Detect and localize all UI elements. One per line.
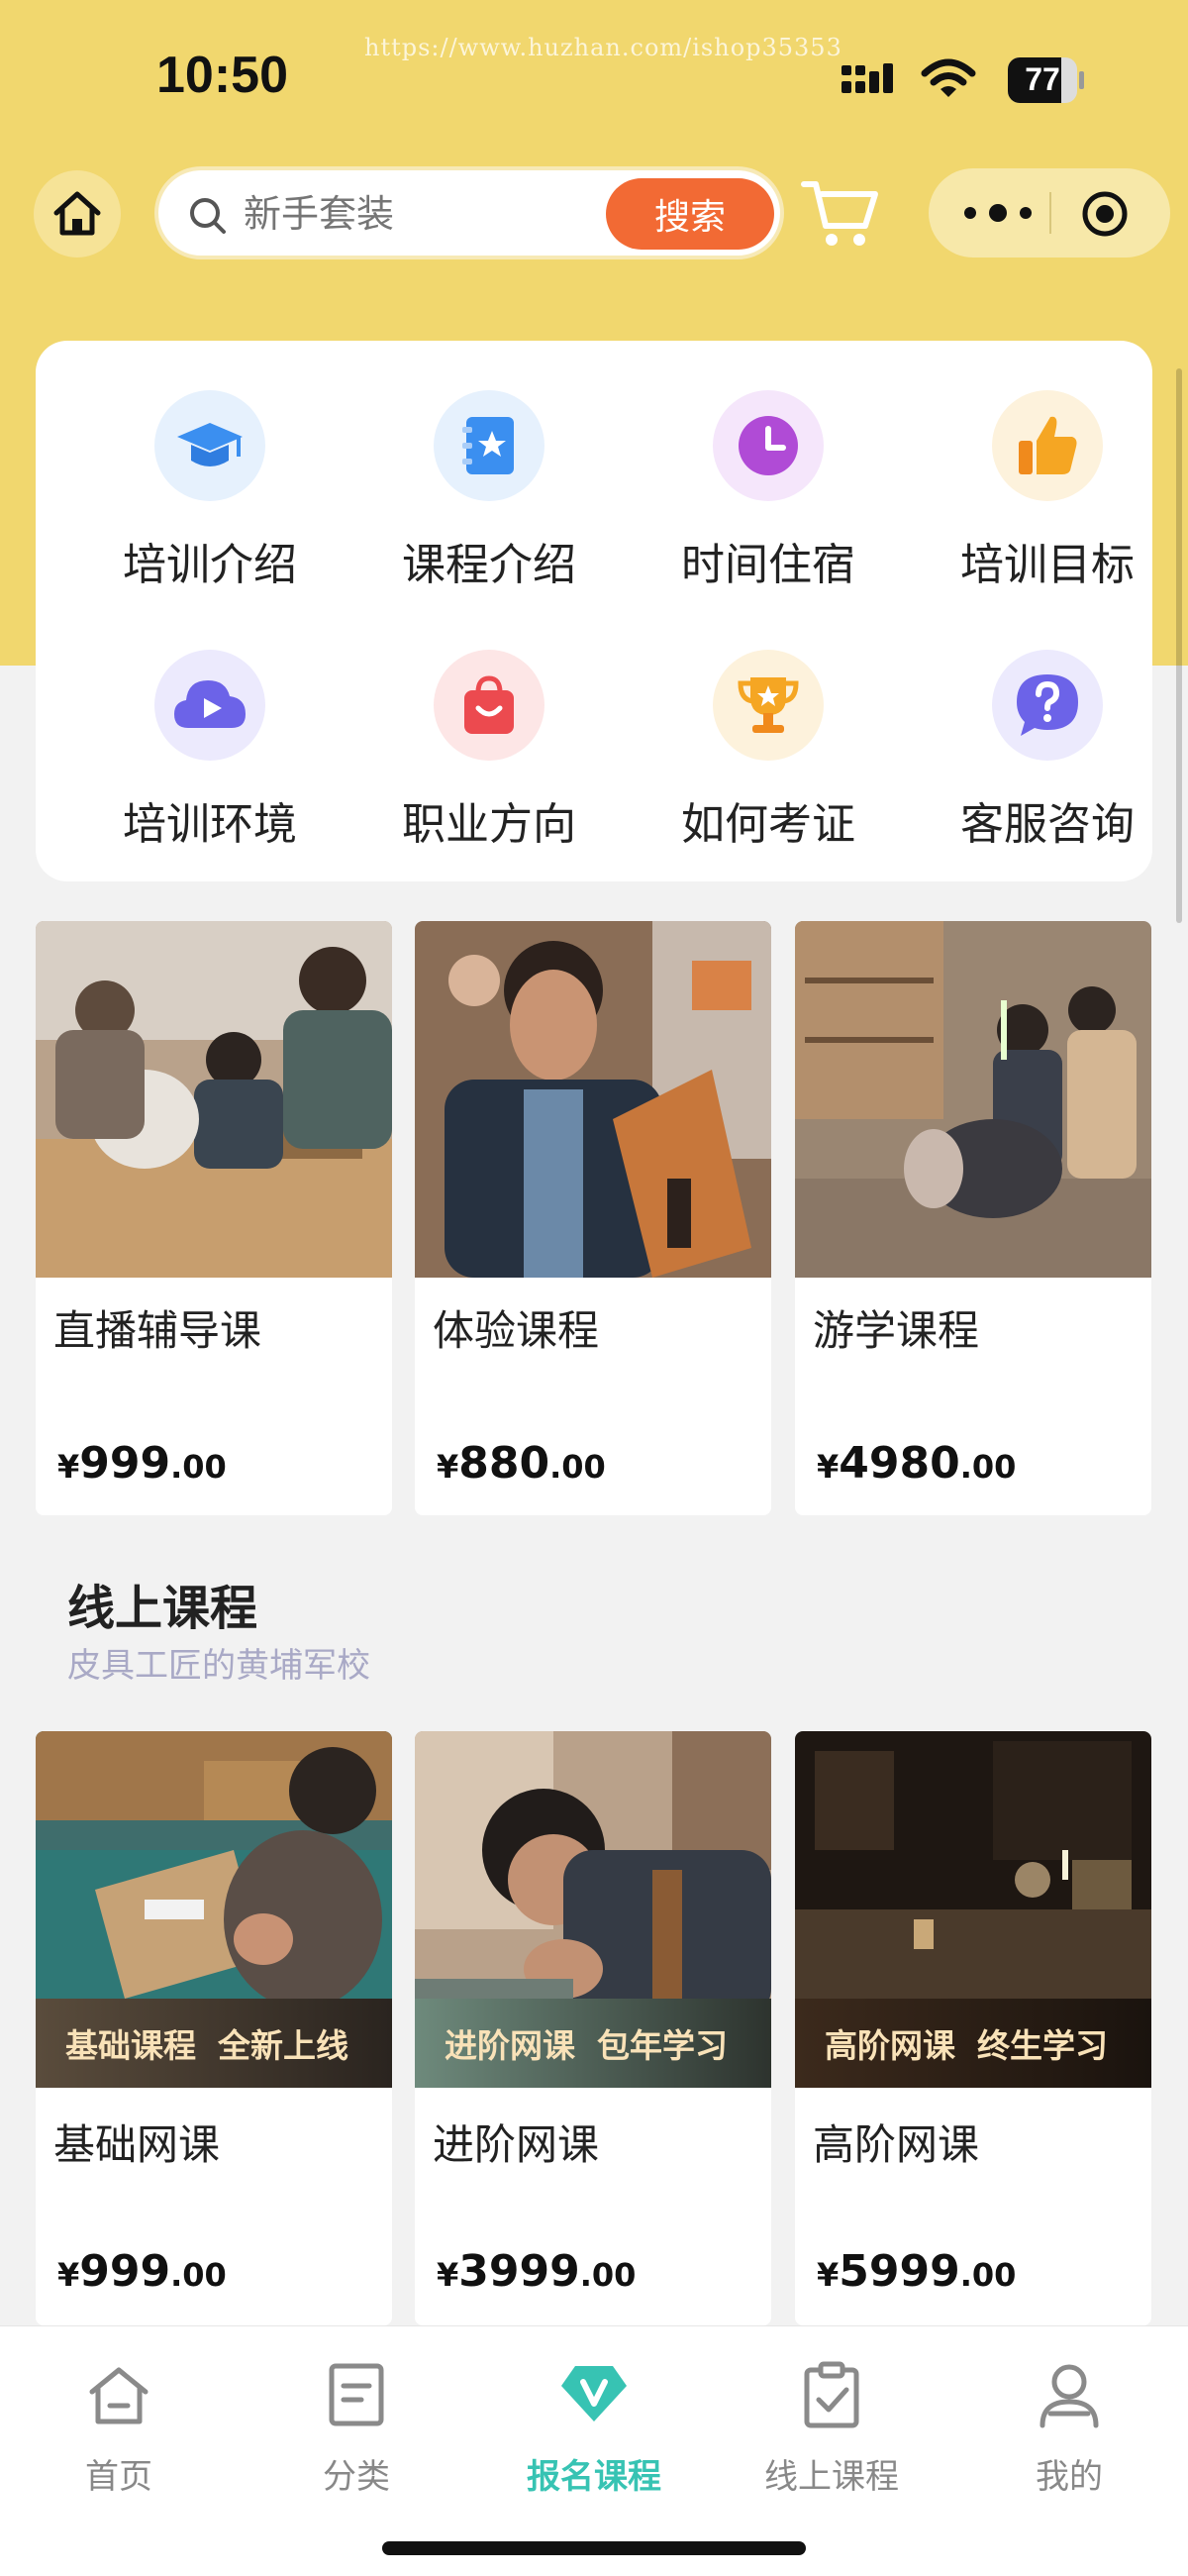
menu-label: 培训目标 [960, 540, 1135, 590]
menu-label: 培训介绍 [123, 540, 297, 590]
course-banner: 基础课程 全新上线 [36, 1999, 392, 2088]
product-title: 游学课程 [813, 1306, 980, 1355]
menu-item-training-intro[interactable]: 培训介绍 [101, 390, 319, 608]
product-price: ¥3999.00 [437, 2246, 637, 2297]
play-cloud-icon [154, 650, 265, 761]
tab-profile[interactable]: 我的 [980, 2346, 1158, 2505]
checklist-icon [804, 2361, 859, 2428]
section-title: 线上课程 [67, 1581, 258, 1636]
menu-label: 培训环境 [123, 799, 297, 850]
banner-text-b: 包年学习 [597, 2026, 728, 2065]
menu-label: 职业方向 [402, 799, 576, 850]
v-diamond-icon [561, 2366, 627, 2421]
battery-level-text: 77 [1025, 61, 1060, 97]
banner-text-a: 高阶网课 [825, 2026, 955, 2065]
cart-icon[interactable] [800, 174, 881, 252]
menu-label: 课程介绍 [402, 540, 576, 590]
menu-label: 时间住宿 [681, 540, 855, 590]
close-target-icon[interactable] [1081, 190, 1129, 238]
search-button[interactable]: 搜索 [606, 178, 774, 250]
product-title: 直播辅导课 [53, 1306, 262, 1355]
user-icon [1040, 2364, 1099, 2428]
product-title: 高阶网课 [813, 2120, 980, 2169]
bottom-tab-bar: 首页 分类 报名课程 线上课程 我的 [0, 2325, 1188, 2576]
trophy-icon [713, 650, 824, 761]
home-icon [53, 191, 101, 236]
product-price: ¥5999.00 [817, 2246, 1017, 2297]
home-icon [89, 2367, 148, 2424]
tab-label: 分类 [323, 2457, 390, 2497]
question-bubble-icon [992, 650, 1103, 761]
product-title: 体验课程 [433, 1306, 600, 1355]
menu-item-course-intro[interactable]: 课程介绍 [380, 390, 598, 608]
product-price: ¥999.00 [57, 1438, 227, 1489]
menu-item-training-goal[interactable]: 培训目标 [939, 390, 1156, 608]
watermark: https://www.huzhan.com/ishop35353 [364, 34, 842, 61]
category-doc-icon [329, 2363, 384, 2426]
product-image [36, 921, 392, 1278]
search-input[interactable] [244, 188, 541, 240]
product-title: 基础网课 [53, 2120, 221, 2169]
banner-text-a: 进阶网课 [445, 2026, 575, 2065]
product-price: ¥4980.00 [817, 1438, 1017, 1489]
banner-text-b: 终生学习 [977, 2026, 1108, 2065]
more-icon[interactable] [958, 196, 1038, 230]
menu-item-schedule-lodging[interactable]: 时间住宿 [659, 390, 877, 608]
tab-label: 我的 [1036, 2457, 1103, 2497]
shopping-bag-icon [434, 650, 544, 761]
wifi-icon [921, 58, 976, 97]
clock-icon [713, 390, 824, 501]
tab-label: 首页 [85, 2457, 152, 2497]
tab-category[interactable]: 分类 [267, 2346, 446, 2505]
search-icon [190, 198, 226, 234]
scrollbar[interactable] [1176, 368, 1182, 923]
product-image [415, 921, 771, 1278]
product-price: ¥999.00 [57, 2246, 227, 2297]
menu-label: 如何考证 [681, 799, 855, 850]
status-bar: 10:50 https://www.huzhan.com/ishop35353 … [0, 0, 1188, 149]
course-banner: 进阶网课 包年学习 [415, 1999, 771, 2088]
banner-text-a: 基础课程 [65, 2026, 196, 2065]
tab-label: 线上课程 [764, 2457, 899, 2497]
product-image [795, 921, 1151, 1278]
menu-item-certification[interactable]: 如何考证 [659, 650, 877, 868]
product-price: ¥880.00 [437, 1438, 606, 1489]
tab-enroll-courses[interactable]: 报名课程 [505, 2346, 683, 2505]
section-subtitle: 皮具工匠的黄埔军校 [67, 1646, 370, 1686]
product-card[interactable]: 直播辅导课 ¥999.00 [36, 921, 392, 1515]
online-course-card[interactable]: 高阶网课 终生学习 高阶网课 ¥5999.00 [795, 1731, 1151, 2325]
battery-indicator: 77 [1008, 57, 1084, 103]
tab-label: 报名课程 [527, 2457, 661, 2497]
banner-text-b: 全新上线 [218, 2026, 348, 2065]
tab-home[interactable]: 首页 [30, 2346, 208, 2505]
home-button[interactable] [34, 170, 121, 258]
menu-item-customer-service[interactable]: 客服咨询 [939, 650, 1156, 868]
course-banner: 高阶网课 终生学习 [795, 1999, 1151, 2088]
menu-label: 客服咨询 [960, 799, 1135, 850]
quick-menu-card: 培训介绍 课程介绍 时间住宿 培训目标 培训环境 职业方向 如何考证 客服咨询 [36, 341, 1152, 881]
miniprogram-capsule [929, 168, 1170, 258]
graduation-cap-icon [154, 390, 265, 501]
menu-item-training-environment[interactable]: 培训环境 [101, 650, 319, 868]
home-indicator [382, 2541, 806, 2555]
product-card[interactable]: 体验课程 ¥880.00 [415, 921, 771, 1515]
menu-item-career-direction[interactable]: 职业方向 [380, 650, 598, 868]
product-title: 进阶网课 [433, 2120, 600, 2169]
signal-icon [842, 63, 893, 93]
product-card[interactable]: 游学课程 ¥4980.00 [795, 921, 1151, 1515]
online-course-card[interactable]: 进阶网课 包年学习 进阶网课 ¥3999.00 [415, 1731, 771, 2325]
notebook-star-icon [434, 390, 544, 501]
status-time: 10:50 [156, 47, 288, 104]
search-bar[interactable]: 搜索 [154, 166, 784, 259]
tab-online-courses[interactable]: 线上课程 [742, 2346, 921, 2505]
online-course-card[interactable]: 基础课程 全新上线 基础网课 ¥999.00 [36, 1731, 392, 2325]
thumbs-up-icon [992, 390, 1103, 501]
